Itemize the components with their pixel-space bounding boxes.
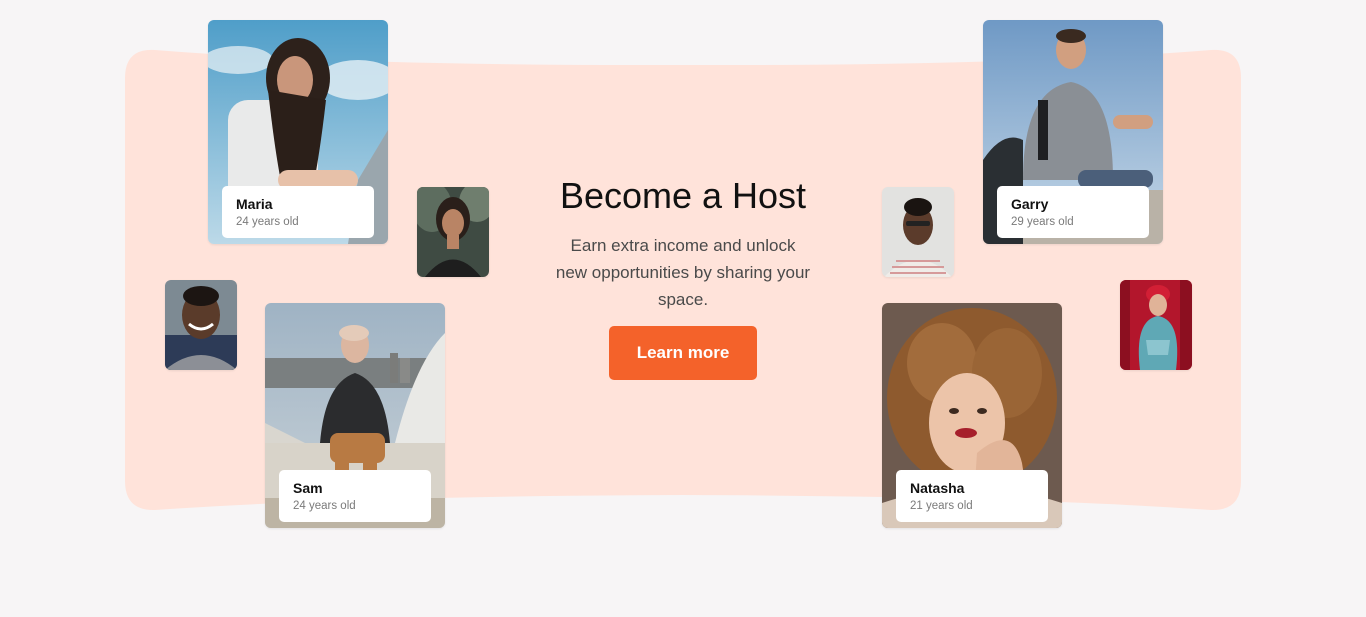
host-info-card: Sam 24 years old bbox=[279, 470, 431, 522]
hero-content: Become a Host Earn extra income and unlo… bbox=[533, 172, 833, 380]
host-card-natasha[interactable]: Natasha 21 years old bbox=[882, 303, 1062, 528]
host-age: 24 years old bbox=[293, 500, 356, 512]
host-thumbnail-photo bbox=[882, 187, 954, 277]
host-age: 24 years old bbox=[236, 216, 299, 228]
host-card-maria[interactable]: Maria 24 years old bbox=[208, 20, 388, 244]
host-info-card: Natasha 21 years old bbox=[896, 470, 1048, 522]
host-thumbnail-photo bbox=[1120, 280, 1192, 370]
host-card-sam[interactable]: Sam 24 years old bbox=[265, 303, 445, 528]
host-thumbnail[interactable] bbox=[1120, 280, 1192, 370]
host-name: Natasha bbox=[910, 480, 965, 496]
host-info-card: Maria 24 years old bbox=[222, 186, 374, 238]
host-card-garry[interactable]: Garry 29 years old bbox=[983, 20, 1163, 244]
host-info-card: Garry 29 years old bbox=[997, 186, 1149, 238]
host-age: 21 years old bbox=[910, 500, 973, 512]
host-thumbnail[interactable] bbox=[882, 187, 954, 277]
host-age: 29 years old bbox=[1011, 216, 1074, 228]
hero-title: Become a Host bbox=[559, 175, 807, 216]
hero-description: Earn extra income and unlock new opportu… bbox=[555, 236, 811, 309]
host-thumbnail[interactable] bbox=[165, 280, 237, 370]
host-name: Maria bbox=[236, 196, 273, 212]
learn-more-button[interactable]: Learn more bbox=[609, 326, 757, 380]
host-name: Garry bbox=[1011, 196, 1049, 212]
host-thumbnail[interactable] bbox=[417, 187, 489, 277]
host-name: Sam bbox=[293, 480, 323, 496]
host-thumbnail-photo bbox=[165, 280, 237, 370]
host-thumbnail-photo bbox=[417, 187, 489, 277]
